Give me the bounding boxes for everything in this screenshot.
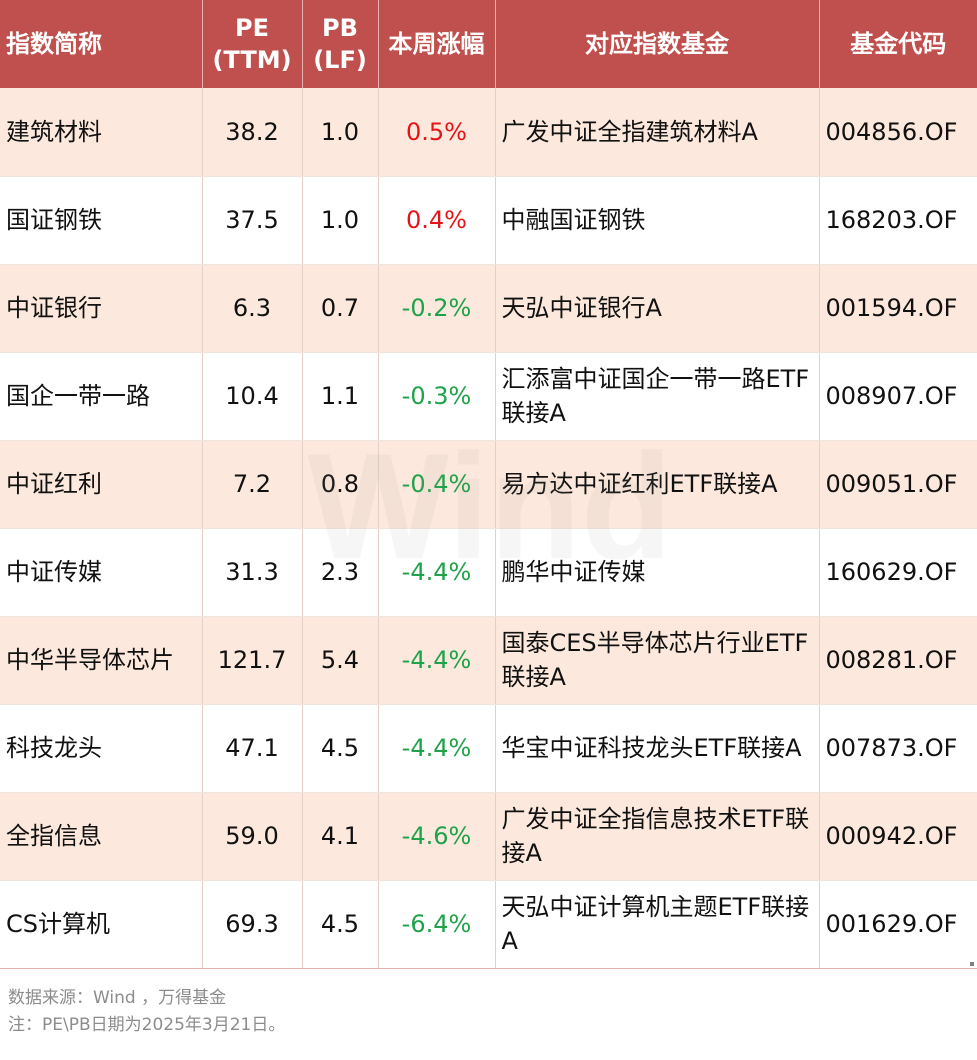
header-pb: PB (LF) xyxy=(302,0,379,88)
data-source-note: 数据来源：Wind ，万得基金 xyxy=(8,988,227,1008)
document-page: 指数简称 PE (TTM) PB (LF) 本周涨幅 对应指数基金 基金代码 建筑材… xyxy=(0,0,977,1060)
fund-code: 008907.OF xyxy=(819,352,977,441)
pb-value: 0.8 xyxy=(302,440,379,529)
pe-value: 59.0 xyxy=(202,792,303,881)
index-name: 中证传媒 xyxy=(0,528,203,617)
fund-name: 鹏华中证传媒 xyxy=(495,528,820,617)
weekly-change: -0.3% xyxy=(378,352,496,441)
pe-value: 47.1 xyxy=(202,704,303,793)
index-name: 国证钢铁 xyxy=(0,176,203,265)
index-name: 建筑材料 xyxy=(0,88,203,177)
table-row: 全指信息 59.0 4.1 -4.6% 广发中证全指信息技术ETF联接A 000… xyxy=(0,792,977,881)
header-sublabel: (TTM) xyxy=(212,46,292,74)
header-label: PB xyxy=(322,14,358,42)
header-label: 对应指数基金 xyxy=(585,30,729,58)
weekly-change: -4.4% xyxy=(378,616,496,705)
table-row: 中证银行 6.3 0.7 -0.2% 天弘中证银行A 001594.OF xyxy=(0,264,977,353)
table-body: 建筑材料 38.2 1.0 0.5% 广发中证全指建筑材料A 004856.OF… xyxy=(0,88,977,969)
header-index-name: 指数简称 xyxy=(0,0,203,88)
header-row: 指数简称 PE (TTM) PB (LF) 本周涨幅 对应指数基金 基金代码 xyxy=(0,0,977,88)
pb-value: 4.1 xyxy=(302,792,379,881)
table-row: 中证传媒 31.3 2.3 -4.4% 鹏华中证传媒 160629.OF xyxy=(0,528,977,617)
header-sublabel: (LF) xyxy=(313,46,367,74)
weekly-change: 0.4% xyxy=(378,176,496,265)
fund-code: 160629.OF xyxy=(819,528,977,617)
weekly-change: -4.4% xyxy=(378,704,496,793)
fund-code: 007873.OF xyxy=(819,704,977,793)
pb-value: 1.0 xyxy=(302,88,379,177)
pb-value: 1.0 xyxy=(302,176,379,265)
index-name: 中华半导体芯片 xyxy=(0,616,203,705)
fund-code: 008281.OF xyxy=(819,616,977,705)
index-name: 国企一带一路 xyxy=(0,352,203,441)
fund-name: 广发中证全指建筑材料A xyxy=(495,88,820,177)
fund-name: 广发中证全指信息技术ETF联接A xyxy=(495,792,820,881)
table-corner-marker xyxy=(970,962,974,966)
fund-name: 国泰CES半导体芯片行业ETF联接A xyxy=(495,616,820,705)
table-row: 国证钢铁 37.5 1.0 0.4% 中融国证钢铁 168203.OF xyxy=(0,176,977,265)
weekly-change: 0.5% xyxy=(378,88,496,177)
fund-code: 004856.OF xyxy=(819,88,977,177)
index-name: 全指信息 xyxy=(0,792,203,881)
pe-value: 121.7 xyxy=(202,616,303,705)
index-name: 中证红利 xyxy=(0,440,203,529)
pe-value: 31.3 xyxy=(202,528,303,617)
weekly-change: -4.6% xyxy=(378,792,496,881)
pb-value: 2.3 xyxy=(302,528,379,617)
fund-name: 天弘中证计算机主题ETF联接A xyxy=(495,880,820,969)
fund-code: 168203.OF xyxy=(819,176,977,265)
pe-value: 6.3 xyxy=(202,264,303,353)
pb-value: 0.7 xyxy=(302,264,379,353)
pb-value: 4.5 xyxy=(302,704,379,793)
index-name: 科技龙头 xyxy=(0,704,203,793)
weekly-change: -0.2% xyxy=(378,264,496,353)
fund-name: 易方达中证红利ETF联接A xyxy=(495,440,820,529)
fund-code: 001629.OF xyxy=(819,880,977,969)
table-row: 国企一带一路 10.4 1.1 -0.3% 汇添富中证国企一带一路ETF联接A … xyxy=(0,352,977,441)
weekly-change: -4.4% xyxy=(378,528,496,617)
table-row: 科技龙头 47.1 4.5 -4.4% 华宝中证科技龙头ETF联接A 00787… xyxy=(0,704,977,793)
header-fund-code: 基金代码 xyxy=(819,0,977,88)
header-label: 指数简称 xyxy=(6,30,102,58)
pe-value: 7.2 xyxy=(202,440,303,529)
pb-value: 5.4 xyxy=(302,616,379,705)
footer: 数据来源：Wind ，万得基金 注：PE\PB日期为2025年3月21日。 xyxy=(0,968,977,1060)
pe-value: 10.4 xyxy=(202,352,303,441)
header-fund: 对应指数基金 xyxy=(495,0,820,88)
table-row: 建筑材料 38.2 1.0 0.5% 广发中证全指建筑材料A 004856.OF xyxy=(0,88,977,177)
table-row: CS计算机 69.3 4.5 -6.4% 天弘中证计算机主题ETF联接A 001… xyxy=(0,880,977,969)
fund-code: 001594.OF xyxy=(819,264,977,353)
fund-name: 汇添富中证国企一带一路ETF联接A xyxy=(495,352,820,441)
weekly-change: -6.4% xyxy=(378,880,496,969)
header-label: PE xyxy=(235,14,269,42)
index-name: CS计算机 xyxy=(0,880,203,969)
pb-value: 4.5 xyxy=(302,880,379,969)
date-note: 注：PE\PB日期为2025年3月21日。 xyxy=(8,1015,286,1035)
fund-code: 009051.OF xyxy=(819,440,977,529)
fund-name: 华宝中证科技龙头ETF联接A xyxy=(495,704,820,793)
weekly-change: -0.4% xyxy=(378,440,496,529)
header-label: 本周涨幅 xyxy=(388,30,485,58)
pb-value: 1.1 xyxy=(302,352,379,441)
header-pe: PE (TTM) xyxy=(202,0,303,88)
header-weekly-change: 本周涨幅 xyxy=(378,0,496,88)
pe-value: 69.3 xyxy=(202,880,303,969)
table-header: 指数简称 PE (TTM) PB (LF) 本周涨幅 对应指数基金 基金代码 xyxy=(0,0,977,88)
fund-name: 中融国证钢铁 xyxy=(495,176,820,265)
header-label: 基金代码 xyxy=(850,30,947,58)
index-name: 中证银行 xyxy=(0,264,203,353)
fund-code: 000942.OF xyxy=(819,792,977,881)
table-row: 中华半导体芯片 121.7 5.4 -4.4% 国泰CES半导体芯片行业ETF联… xyxy=(0,616,977,705)
pe-value: 37.5 xyxy=(202,176,303,265)
table-row: 中证红利 7.2 0.8 -0.4% 易方达中证红利ETF联接A 009051.… xyxy=(0,440,977,529)
index-fund-table: 指数简称 PE (TTM) PB (LF) 本周涨幅 对应指数基金 基金代码 建筑材… xyxy=(0,0,977,969)
fund-name: 天弘中证银行A xyxy=(495,264,820,353)
pe-value: 38.2 xyxy=(202,88,303,177)
